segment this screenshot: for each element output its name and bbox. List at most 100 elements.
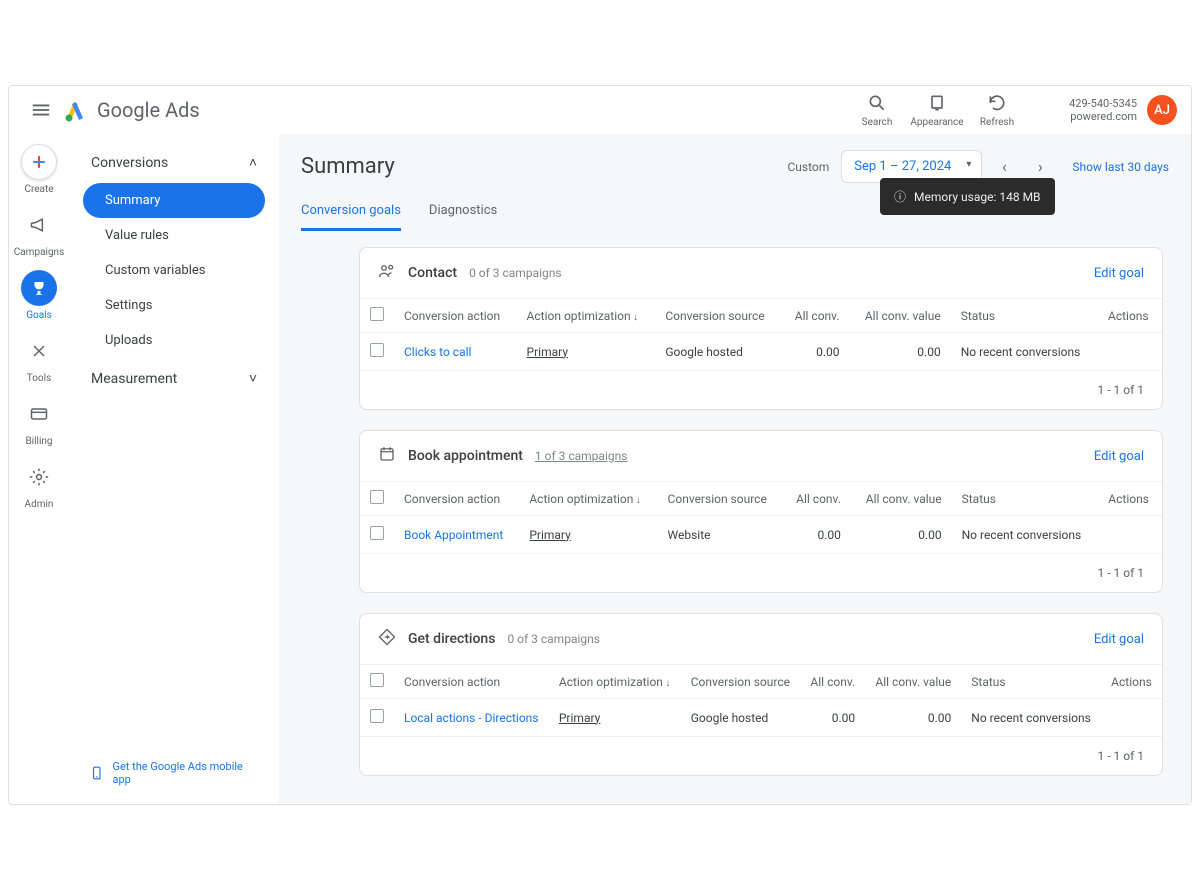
- cell-status: No recent conversions: [952, 516, 1099, 554]
- cell-action[interactable]: Book Appointment: [394, 516, 519, 554]
- date-next[interactable]: ›: [1026, 153, 1054, 181]
- col-action[interactable]: Conversion action: [394, 299, 517, 333]
- col-optimization[interactable]: Action optimization: [519, 482, 657, 516]
- col-all_conv_value[interactable]: All conv. value: [865, 665, 961, 699]
- menu-button[interactable]: [23, 92, 59, 128]
- page-title: Summary: [301, 154, 395, 179]
- appearance-button[interactable]: Appearance: [907, 93, 967, 128]
- cell-action[interactable]: Local actions - Directions: [394, 699, 549, 737]
- subnav-measurement[interactable]: Measurement ˅: [83, 358, 265, 399]
- table-header-row: Conversion actionAction optimizationConv…: [360, 299, 1162, 333]
- cell-actions: [1101, 699, 1162, 737]
- account-domain: powered.com: [1070, 110, 1137, 123]
- rail-billing[interactable]: Billing: [21, 396, 57, 447]
- directions-icon: [378, 628, 396, 650]
- cell-conv: 0.00: [783, 516, 851, 554]
- cell-actions: [1098, 516, 1162, 554]
- col-optimization[interactable]: Action optimization: [549, 665, 681, 699]
- hamburger-icon: [30, 99, 52, 121]
- rail-tools[interactable]: Tools: [21, 333, 57, 384]
- edit-goal-link[interactable]: Edit goal: [1094, 266, 1144, 281]
- appearance-icon: [927, 93, 947, 113]
- subnav-value-rules[interactable]: Value rules: [83, 218, 265, 253]
- col-all_conv[interactable]: All conv.: [783, 482, 851, 516]
- col-status[interactable]: Status: [961, 665, 1101, 699]
- tools-icon: [21, 333, 57, 369]
- card-title: Get directions: [408, 631, 495, 647]
- cell-actions: [1098, 333, 1162, 371]
- edit-goal-link[interactable]: Edit goal: [1094, 449, 1144, 464]
- col-source[interactable]: Conversion source: [681, 665, 801, 699]
- cell-source: Google hosted: [655, 333, 781, 371]
- conversion-table: Conversion actionAction optimizationConv…: [360, 481, 1162, 554]
- date-prev[interactable]: ‹: [990, 153, 1018, 181]
- col-status[interactable]: Status: [951, 299, 1098, 333]
- account-info[interactable]: 429-540-5345 powered.com: [1037, 97, 1137, 123]
- cell-source: Google hosted: [681, 699, 801, 737]
- table-row: Clicks to callPrimaryGoogle hosted0.000.…: [360, 333, 1162, 371]
- col-actions[interactable]: Actions: [1098, 482, 1162, 516]
- avatar[interactable]: AJ: [1147, 95, 1177, 125]
- tab-diagnostics[interactable]: Diagnostics: [429, 193, 497, 231]
- refresh-icon: [987, 93, 1007, 113]
- card-subtitle: 0 of 3 campaigns: [507, 632, 600, 646]
- row-checkbox[interactable]: [370, 526, 384, 540]
- select-all-checkbox[interactable]: [370, 490, 384, 504]
- goal-card: Book appointment1 of 3 campaignsEdit goa…: [359, 430, 1163, 593]
- subnav-settings[interactable]: Settings: [83, 288, 265, 323]
- col-all_conv[interactable]: All conv.: [800, 665, 865, 699]
- search-icon: [867, 93, 887, 113]
- select-all-checkbox[interactable]: [370, 307, 384, 321]
- cell-conv: 0.00: [800, 699, 865, 737]
- left-rail: Create Campaigns Goals Tools: [9, 134, 69, 804]
- goal-card: Get directions 0 of 3 campaigns Edit goal C…: [359, 613, 1163, 776]
- col-source[interactable]: Conversion source: [658, 482, 783, 516]
- col-status[interactable]: Status: [952, 482, 1099, 516]
- chevron-down-icon: ˅: [249, 370, 257, 387]
- rail-create[interactable]: Create: [21, 144, 57, 195]
- logo[interactable]: Google Ads: [63, 98, 200, 122]
- card-header: Get directions 0 of 3 campaigns Edit goal: [360, 614, 1162, 664]
- col-action[interactable]: Conversion action: [394, 482, 519, 516]
- col-all_conv_value[interactable]: All conv. value: [851, 482, 952, 516]
- subnav-conversions[interactable]: Conversions ˄: [83, 142, 265, 183]
- subnav-promo[interactable]: Get the Google Ads mobile app: [83, 750, 265, 796]
- edit-goal-link[interactable]: Edit goal: [1094, 632, 1144, 647]
- tab-conversion-goals[interactable]: Conversion goals: [301, 193, 401, 231]
- card-icon: [21, 396, 57, 432]
- plus-icon: [21, 144, 57, 180]
- memory-overlay-text: Memory usage: 148 MB: [914, 190, 1041, 204]
- account-id: 429-540-5345: [1069, 97, 1137, 110]
- select-all-checkbox[interactable]: [370, 673, 384, 687]
- cell-opt: Primary: [519, 516, 657, 554]
- col-actions[interactable]: Actions: [1098, 299, 1162, 333]
- megaphone-icon: [21, 207, 57, 243]
- col-optimization[interactable]: Action optimization: [517, 299, 656, 333]
- refresh-button[interactable]: Refresh: [967, 93, 1027, 128]
- rail-admin[interactable]: Admin: [21, 459, 57, 510]
- show-last-30[interactable]: Show last 30 days: [1072, 160, 1169, 174]
- cell-action[interactable]: Clicks to call: [394, 333, 517, 371]
- col-all_conv[interactable]: All conv.: [781, 299, 849, 333]
- rail-campaigns[interactable]: Campaigns: [14, 207, 65, 258]
- col-actions[interactable]: Actions: [1101, 665, 1162, 699]
- row-count: 1 - 1 of 1: [360, 554, 1162, 592]
- rail-goals[interactable]: Goals: [21, 270, 57, 321]
- card-header: Book appointment1 of 3 campaignsEdit goa…: [360, 431, 1162, 481]
- mobile-icon: [89, 765, 104, 781]
- subnav-uploads[interactable]: Uploads: [83, 323, 265, 358]
- gear-icon: [21, 459, 57, 495]
- table-header-row: Conversion actionAction optimizationConv…: [360, 665, 1162, 699]
- body: Create Campaigns Goals Tools: [9, 134, 1191, 804]
- row-checkbox[interactable]: [370, 343, 384, 357]
- card-subtitle: 1 of 3 campaigns: [535, 449, 628, 463]
- subnav-summary[interactable]: Summary: [83, 183, 265, 218]
- search-button[interactable]: Search: [847, 93, 907, 128]
- row-checkbox[interactable]: [370, 709, 384, 723]
- col-source[interactable]: Conversion source: [655, 299, 781, 333]
- col-action[interactable]: Conversion action: [394, 665, 549, 699]
- cell-conv: 0.00: [781, 333, 849, 371]
- subnav-custom-variables[interactable]: Custom variables: [83, 253, 265, 288]
- col-all_conv_value[interactable]: All conv. value: [850, 299, 951, 333]
- row-count: 1 - 1 of 1: [360, 371, 1162, 409]
